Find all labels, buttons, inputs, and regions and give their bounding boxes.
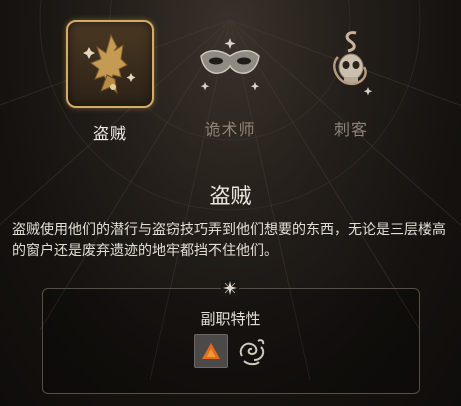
fast-hands-fire-icon[interactable] — [194, 334, 228, 368]
subclass-traits-panel — [42, 288, 420, 394]
selected-subclass-description: 盗贼使用他们的潜行与盗窃技巧弄到他们想要的东西，无论是三层楼高的窗户还是废弃遗迹… — [12, 222, 446, 259]
subclass-traits-heading: 副职特性 — [200, 310, 261, 328]
selected-subclass-title: 盗贼 — [209, 184, 252, 208]
subclass-assassin-frame — [309, 20, 393, 104]
subclass-arcane-trickster-frame — [188, 20, 272, 104]
subclass-assassin-label: 刺客 — [333, 120, 368, 139]
arcane-trickster-mask-icon — [200, 38, 260, 91]
assassin-skull-snake-icon — [333, 31, 373, 96]
subclass-thief-frame — [66, 20, 154, 108]
subclass-assassin[interactable]: 刺客 — [303, 20, 399, 170]
thief-rogue-icon — [83, 33, 136, 95]
subclass-arcane-trickster[interactable]: 诡术师 — [182, 20, 278, 170]
subclass-arcane-trickster-label: 诡术师 — [204, 120, 256, 139]
subclass-thief-label: 盗贼 — [92, 124, 127, 143]
subclass-thief[interactable]: 盗贼 — [62, 20, 158, 170]
sparkle-divider-icon — [221, 280, 239, 296]
smoke-swirl-icon[interactable] — [234, 334, 268, 368]
